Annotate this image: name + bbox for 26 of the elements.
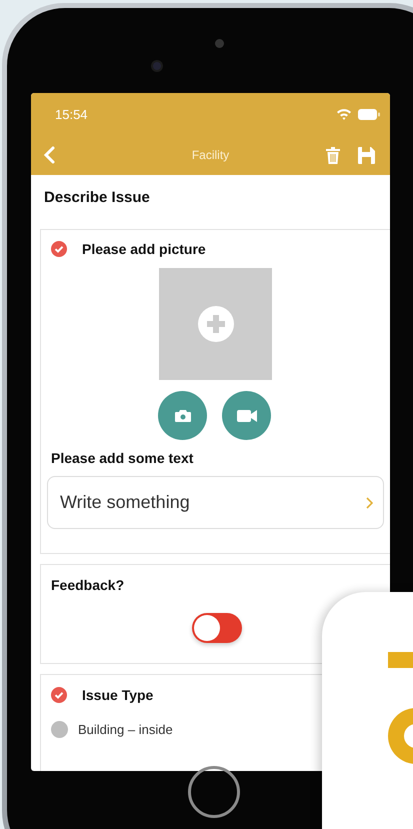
chevron-right-icon bbox=[366, 497, 373, 509]
status-time: 15:54 bbox=[55, 106, 88, 122]
section-title: Issue Type bbox=[82, 687, 154, 703]
radio-button[interactable] bbox=[51, 721, 68, 738]
trash-icon[interactable] bbox=[326, 146, 340, 164]
option-label: Building – inside bbox=[78, 722, 173, 737]
video-camera-icon bbox=[236, 408, 256, 422]
battery-icon bbox=[358, 108, 380, 120]
field-label: Please add some text bbox=[51, 450, 194, 466]
wifi-icon bbox=[336, 108, 352, 120]
home-button[interactable] bbox=[188, 766, 240, 818]
nav-title: Facility bbox=[190, 148, 230, 162]
feedback-toggle[interactable] bbox=[192, 613, 242, 643]
save-icon[interactable] bbox=[358, 146, 375, 164]
section-title: Please add picture bbox=[82, 241, 206, 257]
camera-button[interactable] bbox=[158, 391, 207, 440]
add-picture-placeholder[interactable] bbox=[159, 268, 272, 380]
camera-icon bbox=[174, 410, 190, 422]
add-icon bbox=[198, 306, 234, 342]
page-title: Describe Issue bbox=[44, 189, 151, 208]
section-title: Feedback? bbox=[51, 577, 126, 593]
back-chevron-icon[interactable] bbox=[43, 146, 55, 164]
text-input-field[interactable]: Write something bbox=[47, 476, 384, 529]
video-button[interactable] bbox=[222, 391, 271, 440]
speaker-grille bbox=[215, 39, 224, 48]
camera-lens bbox=[153, 62, 161, 70]
